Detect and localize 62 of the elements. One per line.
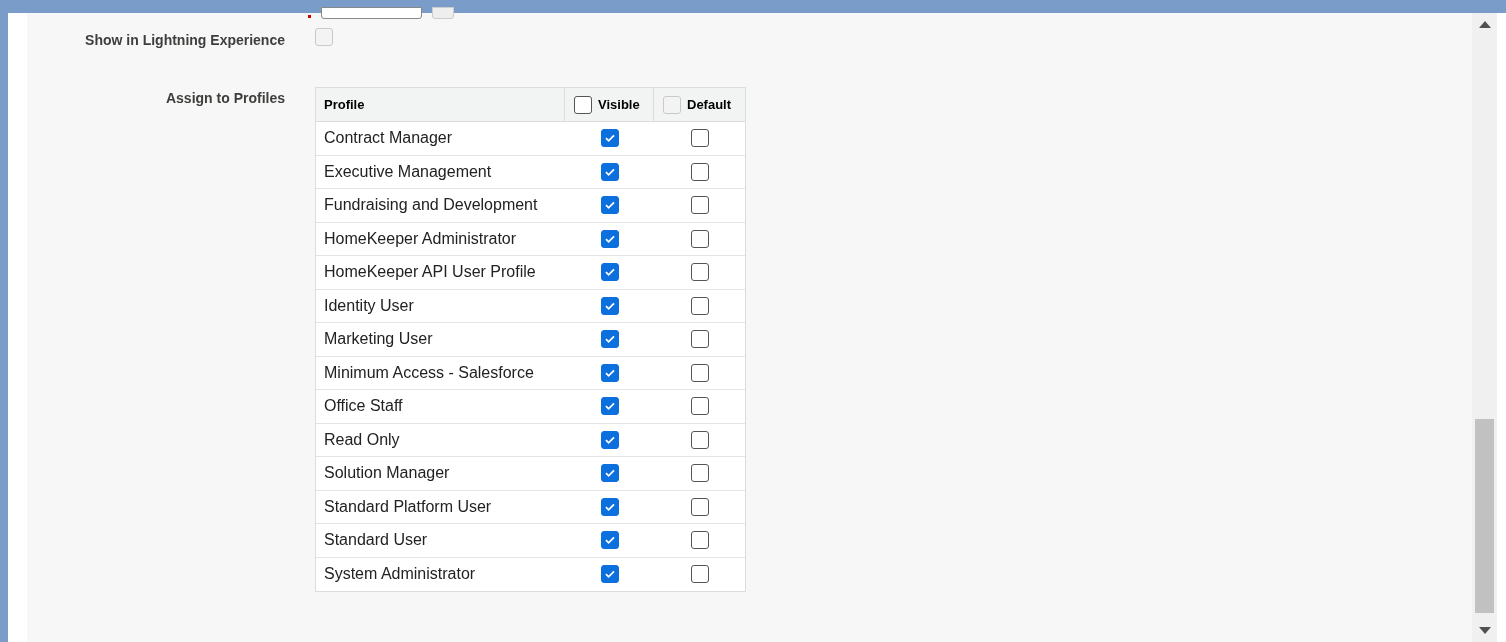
profile-name: Fundraising and Development <box>323 195 539 216</box>
checkbox[interactable] <box>690 296 709 315</box>
checkmark-icon <box>603 266 616 279</box>
profile-name: System Administrator <box>323 564 477 585</box>
column-header: Visible <box>598 95 640 114</box>
checkbox[interactable] <box>690 363 709 382</box>
checkbox[interactable] <box>600 430 619 449</box>
scroll-down-icon[interactable] <box>1478 627 1491 634</box>
checkbox[interactable] <box>690 330 709 349</box>
profile-name: Executive Management <box>323 161 493 182</box>
scrollbar-thumb[interactable] <box>1475 419 1494 613</box>
checkbox[interactable] <box>690 565 709 584</box>
checkbox[interactable] <box>600 229 619 248</box>
checkbox[interactable] <box>600 129 619 148</box>
profile-name: HomeKeeper API User Profile <box>323 262 537 283</box>
checkbox[interactable] <box>690 229 709 248</box>
checkmark-icon <box>603 534 616 547</box>
profile-name: Standard User <box>323 530 429 551</box>
checkmark-icon <box>603 568 616 581</box>
checkbox[interactable] <box>600 296 619 315</box>
column-header: Profile <box>316 88 565 121</box>
checkbox[interactable] <box>690 430 709 449</box>
field-label: Assign to Profiles <box>164 89 285 108</box>
checkbox[interactable] <box>690 531 709 550</box>
checkbox[interactable] <box>690 497 709 516</box>
checkbox[interactable] <box>600 196 619 215</box>
checkmark-icon <box>603 467 616 480</box>
input-field[interactable] <box>321 7 422 19</box>
checkbox[interactable] <box>690 464 709 483</box>
checkbox[interactable] <box>600 162 619 181</box>
required-marker <box>308 15 311 18</box>
profile-name: Solution Manager <box>323 463 451 484</box>
checkbox[interactable] <box>600 263 619 282</box>
scrollbar[interactable] <box>1472 13 1497 642</box>
profile-name: Office Staff <box>323 396 404 417</box>
checkbox[interactable] <box>690 196 709 215</box>
profile-name: Identity User <box>323 295 415 316</box>
scroll-up-icon[interactable] <box>1478 21 1491 28</box>
checkbox[interactable] <box>574 95 592 114</box>
checkbox[interactable] <box>600 330 619 349</box>
checkmark-icon <box>603 199 616 212</box>
column-header: Default <box>687 95 732 114</box>
checkbox[interactable] <box>600 397 619 416</box>
checkbox[interactable] <box>600 565 619 584</box>
checkbox[interactable] <box>690 397 709 416</box>
profile-name: Read Only <box>323 429 401 450</box>
profile-name: Standard Platform User <box>323 496 493 517</box>
profile-name: Minimum Access - Salesforce <box>323 362 535 383</box>
checkmark-icon <box>603 333 616 346</box>
checkbox[interactable] <box>600 531 619 550</box>
checkbox[interactable] <box>600 464 619 483</box>
checkmark-icon <box>603 132 616 145</box>
field-label: Show in Lightning Experience <box>84 31 285 50</box>
checkbox[interactable] <box>690 162 709 181</box>
checkbox[interactable] <box>600 497 619 516</box>
profile-name: HomeKeeper Administrator <box>323 228 518 249</box>
profile-name: Marketing User <box>323 329 434 350</box>
checkbox[interactable] <box>690 263 709 282</box>
profile-name: Contract Manager <box>323 128 454 149</box>
checkmark-icon <box>603 400 616 413</box>
checkbox[interactable] <box>690 129 709 148</box>
checkbox[interactable] <box>600 363 619 382</box>
